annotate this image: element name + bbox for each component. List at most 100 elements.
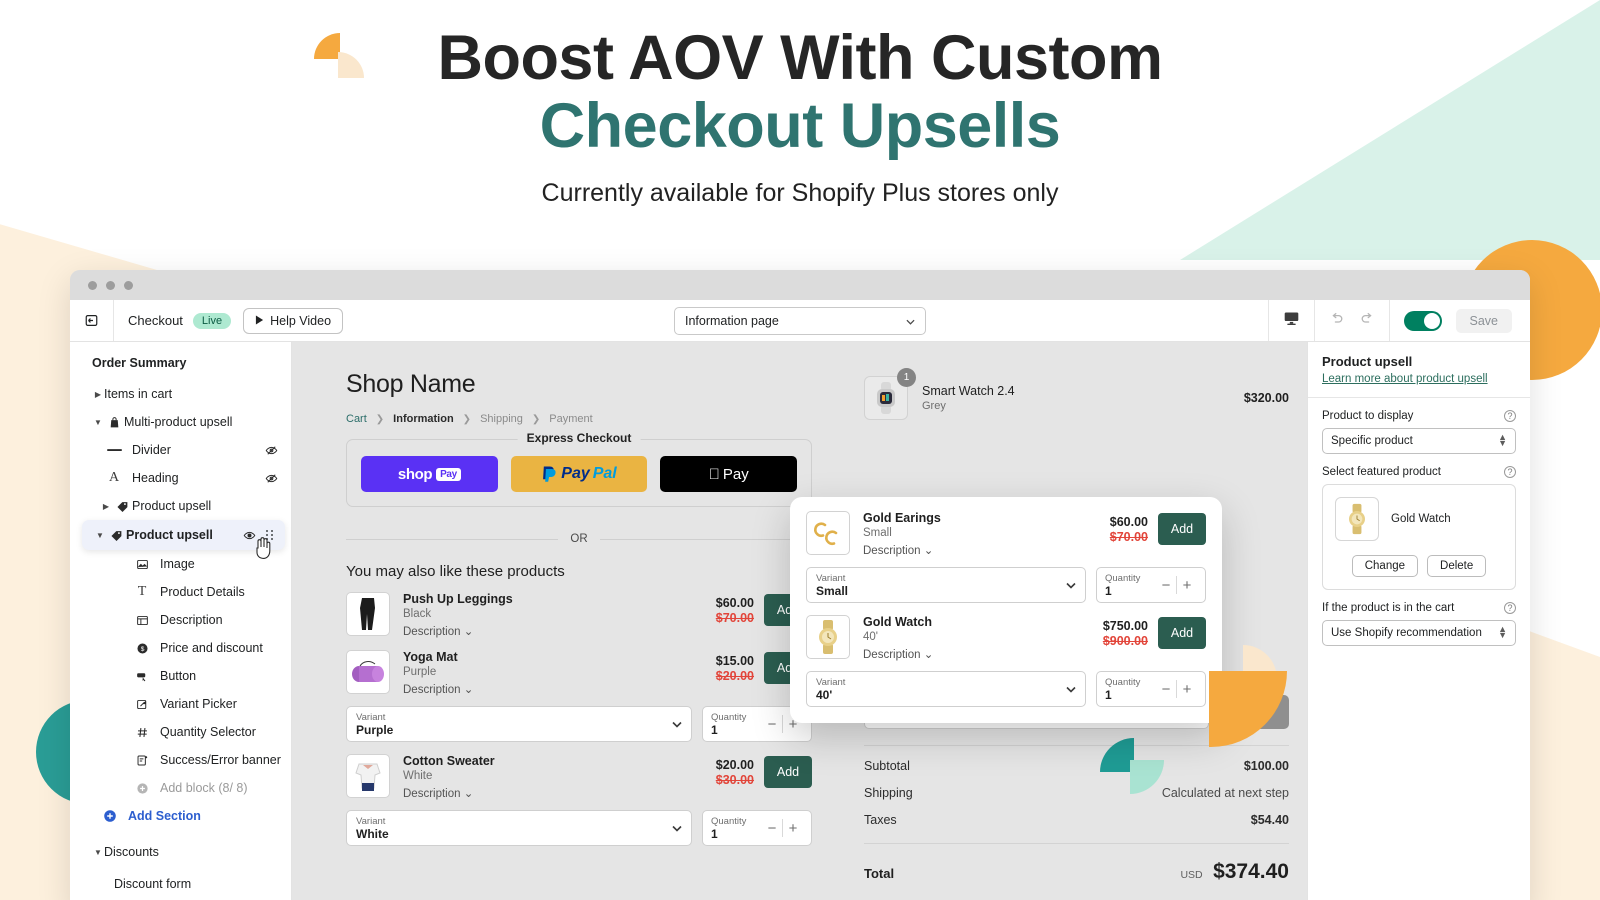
- breadcrumb-cart[interactable]: Cart: [346, 413, 367, 425]
- redo-icon[interactable]: [1359, 310, 1375, 331]
- shop-pay-button[interactable]: shop Pay: [361, 456, 498, 492]
- breadcrumb-shipping[interactable]: Shipping: [480, 413, 523, 425]
- variant-quantity-row: Variant Small Quantity 1 − +: [806, 567, 1206, 603]
- description-label: Description: [863, 649, 921, 661]
- product-to-display-section: Product to display ? Specific product ▲ ▼: [1308, 398, 1530, 454]
- product-compare-price: $70.00: [1109, 530, 1148, 544]
- help-video-label: Help Video: [270, 313, 332, 328]
- taxes-label: Taxes: [864, 813, 897, 827]
- hidden-eye-icon[interactable]: [264, 471, 279, 486]
- help-question-icon[interactable]: ?: [1504, 410, 1516, 422]
- desktop-preview-icon[interactable]: [1283, 310, 1300, 332]
- publish-toggle[interactable]: [1403, 310, 1442, 331]
- sidebar-item-product-upsell-1[interactable]: ▶ Product upsell: [70, 492, 291, 520]
- product-description-toggle[interactable]: Description ⌄: [863, 647, 1103, 661]
- product-price-group: $15.00 $20.00: [716, 650, 764, 683]
- product-price-group: $60.00 $70.00: [716, 592, 764, 625]
- product-description-toggle[interactable]: Description ⌄: [403, 786, 716, 800]
- undo-icon[interactable]: [1329, 310, 1345, 331]
- subtotal-row: Subtotal $100.00: [842, 759, 1307, 773]
- quantity-stepper[interactable]: Quantity 1 − +: [1096, 671, 1206, 707]
- sidebar-item-variant-picker[interactable]: Variant Picker: [70, 690, 291, 718]
- upsell-product-row: Push Up Leggings Black Description ⌄ $60…: [346, 592, 812, 638]
- help-question-icon[interactable]: ?: [1504, 602, 1516, 614]
- sidebar-item-multi-product-upsell[interactable]: ▼ Multi-product upsell: [70, 408, 291, 436]
- chevron-down-icon: [672, 715, 682, 733]
- quantity-increase-button[interactable]: +: [1177, 577, 1197, 594]
- learn-more-link[interactable]: Learn more about product upsell: [1322, 373, 1516, 385]
- sidebar-item-product-details[interactable]: T Product Details: [70, 578, 291, 606]
- product-to-display-value: Specific product: [1331, 435, 1413, 447]
- cart-item-variant: Grey: [922, 400, 946, 412]
- product-description-toggle[interactable]: Description ⌄: [403, 624, 716, 638]
- sidebar-add-block-button[interactable]: Add block (8/ 8): [70, 774, 291, 802]
- variant-picker[interactable]: Variant White: [346, 810, 692, 846]
- minimize-window-dot[interactable]: [106, 280, 115, 290]
- sidebar-item-discounts[interactable]: ▼ Discounts: [70, 838, 291, 866]
- variant-picker[interactable]: Variant Small: [806, 567, 1086, 603]
- paypal-button[interactable]: Pay Pal: [510, 456, 648, 492]
- chevron-down-icon[interactable]: ▼: [94, 531, 106, 540]
- image-icon: [132, 558, 152, 571]
- quantity-decrease-button[interactable]: −: [1156, 681, 1176, 698]
- sidebar-item-discount-form[interactable]: Discount form: [70, 870, 291, 898]
- maximize-window-dot[interactable]: [124, 280, 133, 290]
- change-product-button[interactable]: Change: [1351, 555, 1419, 577]
- product-to-display-select[interactable]: Specific product ▲ ▼: [1322, 428, 1516, 454]
- or-divider: OR: [346, 533, 812, 545]
- shop-pay-logo: shop Pay: [398, 466, 461, 483]
- product-variant: Purple: [403, 666, 437, 678]
- quantity-stepper[interactable]: Quantity 1 − +: [1096, 567, 1206, 603]
- sidebar-item-success-error-banner[interactable]: Success/Error banner: [70, 746, 291, 774]
- quantity-increase-button[interactable]: +: [1177, 681, 1197, 698]
- sidebar-item-heading[interactable]: A Heading: [70, 464, 291, 492]
- product-price-group: $750.00 $900.00: [1103, 615, 1158, 648]
- in-cart-select[interactable]: Use Shopify recommendation ▲ ▼: [1322, 620, 1516, 646]
- chevron-down-icon: ⌄: [923, 545, 934, 557]
- save-button[interactable]: Save: [1455, 308, 1512, 333]
- back-arrow-icon[interactable]: [70, 300, 114, 341]
- editor-toolbar: Checkout Live Help Video Information pag…: [70, 300, 1530, 342]
- quantity-decrease-button[interactable]: −: [762, 820, 782, 837]
- product-description-toggle[interactable]: Description ⌄: [403, 682, 716, 696]
- hidden-eye-icon[interactable]: [264, 443, 279, 458]
- apple-pay-button[interactable]:  Pay: [660, 456, 798, 492]
- variant-picker[interactable]: Variant Purple: [346, 706, 692, 742]
- breadcrumb-information[interactable]: Information: [393, 413, 454, 425]
- sidebar-item-divider[interactable]: Divider: [70, 436, 291, 464]
- sidebar-item-description[interactable]: Description: [70, 606, 291, 634]
- add-to-cart-button[interactable]: Add: [1158, 617, 1206, 649]
- in-cart-value: Use Shopify recommendation: [1331, 627, 1482, 639]
- close-window-dot[interactable]: [88, 280, 97, 290]
- page-selector[interactable]: Information page: [674, 306, 926, 335]
- select-featured-label: Select featured product: [1322, 466, 1441, 478]
- product-variant: White: [403, 770, 433, 782]
- chevron-right-icon[interactable]: ▶: [92, 390, 104, 399]
- sidebar-item-label: Variant Picker: [160, 697, 237, 711]
- sidebar-title: Order Summary: [92, 356, 187, 370]
- help-video-button[interactable]: Help Video: [243, 307, 344, 334]
- variant-picker[interactable]: Variant 40': [806, 671, 1086, 707]
- product-description-toggle[interactable]: Description ⌄: [863, 543, 1110, 557]
- quantity-stepper[interactable]: Quantity 1 − +: [702, 810, 812, 846]
- quantity-decrease-button[interactable]: −: [1156, 577, 1176, 594]
- sidebar-item-price-and-discount[interactable]: $ Price and discount: [70, 634, 291, 662]
- chevron-right-icon[interactable]: ▶: [100, 502, 112, 511]
- sidebar-item-button[interactable]: Button: [70, 662, 291, 690]
- quantity-label: Quantity: [711, 815, 747, 827]
- breadcrumb-payment[interactable]: Payment: [549, 413, 592, 425]
- sidebar-item-items-in-cart[interactable]: ▶ Items in cart: [70, 380, 291, 408]
- sidebar-item-label: Description: [160, 613, 223, 627]
- quantity-increase-button[interactable]: +: [783, 820, 803, 837]
- chevron-down-icon[interactable]: ▼: [92, 848, 104, 857]
- history-group: [1313, 300, 1389, 341]
- help-question-icon[interactable]: ?: [1504, 466, 1516, 478]
- chevron-down-icon[interactable]: ▼: [92, 418, 104, 427]
- sidebar-item-quantity-selector[interactable]: Quantity Selector: [70, 718, 291, 746]
- add-to-cart-button[interactable]: Add: [1158, 513, 1206, 545]
- sidebar-add-section-button[interactable]: Add Section: [70, 802, 291, 830]
- quantity-decrease-button[interactable]: −: [762, 716, 782, 733]
- add-to-cart-button[interactable]: Add: [764, 756, 812, 788]
- play-icon: [255, 314, 264, 328]
- delete-product-button[interactable]: Delete: [1427, 555, 1487, 577]
